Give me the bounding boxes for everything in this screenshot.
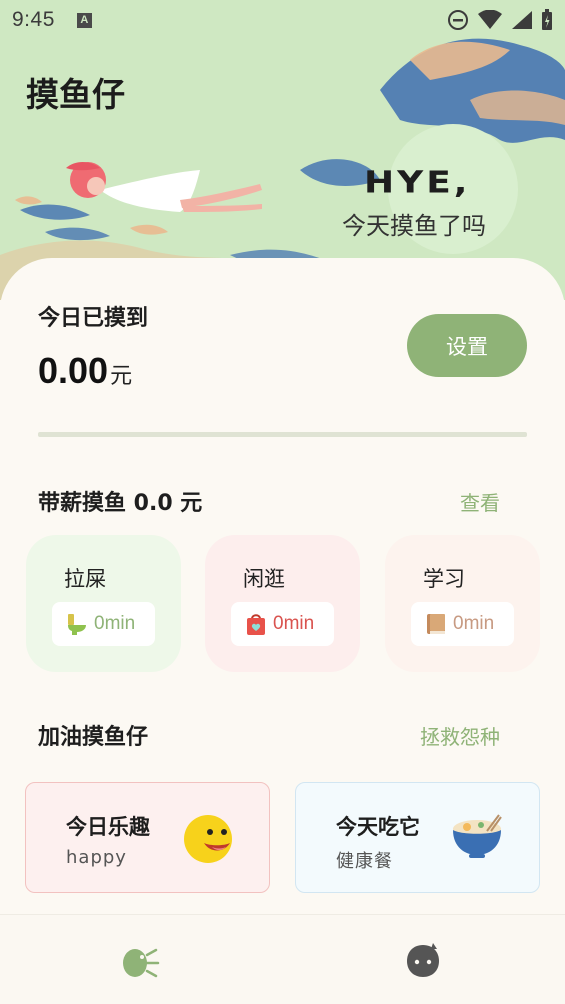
slack-timer: 0min: [411, 602, 514, 646]
slack-label: 闲逛: [243, 567, 285, 591]
status-icons: [447, 9, 553, 31]
nav-profile[interactable]: [403, 941, 443, 985]
app-title: 摸鱼仔: [26, 75, 125, 114]
status-time: 9:45: [12, 8, 55, 31]
slack-card-stroll[interactable]: 闲逛 0min: [205, 535, 360, 672]
slack-time: 0min: [273, 613, 315, 634]
slack-timer: 0min: [52, 602, 155, 646]
fun-card-title: 今日乐趣: [66, 815, 150, 839]
ramen-bowl-icon: [453, 814, 502, 858]
paid-slack-title: 带薪摸鱼 0.0 元: [38, 491, 203, 516]
slack-label: 学习: [423, 567, 465, 591]
dnd-icon: [448, 10, 468, 30]
notification-icon: A: [76, 12, 92, 28]
fun-card-subtitle: happy: [66, 847, 127, 868]
settings-button[interactable]: 设置: [407, 314, 527, 377]
today-amount: 0.00 元: [38, 350, 132, 392]
ghost-face-icon: [407, 943, 439, 977]
view-link[interactable]: 查看: [460, 487, 500, 516]
nav-home[interactable]: [120, 945, 162, 985]
wifi-icon: [478, 10, 502, 29]
slack-card-toilet[interactable]: 拉屎 0min: [26, 535, 181, 672]
fun-card-happy[interactable]: 今日乐趣 happy: [25, 782, 270, 893]
divider: [38, 432, 527, 437]
shopping-bag-icon: [247, 614, 265, 635]
book-icon: [427, 614, 445, 634]
cheer-title: 加油摸鱼仔: [38, 725, 149, 750]
slack-label: 拉屎: [64, 567, 106, 591]
banner-subtitle: 今天摸鱼了吗: [342, 212, 486, 240]
status-bar: 9:45 A: [0, 0, 565, 40]
today-label: 今日已摸到: [38, 306, 149, 331]
fun-card-meal[interactable]: 今天吃它 健康餐: [295, 782, 540, 893]
bottom-nav: [0, 914, 565, 1004]
signal-icon: [512, 11, 532, 29]
smiley-icon: [184, 815, 232, 863]
today-amount-value: 0.00: [38, 350, 109, 391]
fun-card-title: 今天吃它: [336, 815, 420, 839]
rescue-link[interactable]: 拯救怨种: [420, 721, 500, 750]
fish-icon: [123, 948, 160, 978]
battery-icon: [542, 9, 552, 30]
banner-word: HYE,: [364, 165, 471, 200]
hero-banner: 9:45 A 摸鱼仔 HYE, 今天摸鱼了吗: [0, 0, 565, 300]
fun-card-subtitle: 健康餐: [336, 851, 393, 872]
slack-timer: 0min: [231, 602, 334, 646]
slack-time: 0min: [453, 613, 495, 634]
slack-card-study[interactable]: 学习 0min: [385, 535, 540, 672]
slack-time: 0min: [94, 613, 136, 634]
today-amount-unit: 元: [110, 364, 133, 389]
toilet-icon: [68, 614, 86, 635]
